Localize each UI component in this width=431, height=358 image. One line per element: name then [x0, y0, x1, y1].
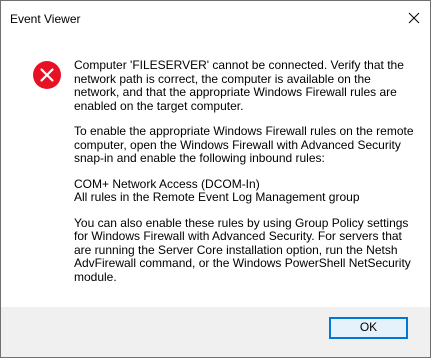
dialog-content: Computer 'FILESERVER' cannot be connecte…: [1, 39, 430, 307]
rule-item: All rules in the Remote Event Log Manage…: [74, 190, 360, 204]
rule-item: COM+ Network Access (DCOM-In): [74, 176, 260, 191]
ok-button-label: OK: [359, 320, 378, 334]
button-bar: OK: [1, 307, 430, 357]
message-paragraph-3: You can also enable these rules by using…: [74, 215, 411, 284]
message-dialog: Event Viewer Computer 'FILESERVER' canno…: [0, 0, 431, 358]
inbound-rules-list: COM+ Network Access (DCOM-In) All rules …: [74, 176, 414, 205]
title-bar: Event Viewer: [1, 1, 430, 39]
message-text: Computer 'FILESERVER' cannot be connecte…: [74, 58, 414, 296]
window-title: Event Viewer: [10, 12, 81, 26]
message-paragraph-2: To enable the appropriate Windows Firewa…: [74, 124, 414, 165]
message-paragraph-1: Computer 'FILESERVER' cannot be connecte…: [74, 58, 404, 113]
close-button[interactable]: [406, 10, 422, 26]
ok-button[interactable]: OK: [329, 317, 408, 339]
close-icon: [408, 12, 420, 24]
error-icon: [32, 60, 62, 90]
